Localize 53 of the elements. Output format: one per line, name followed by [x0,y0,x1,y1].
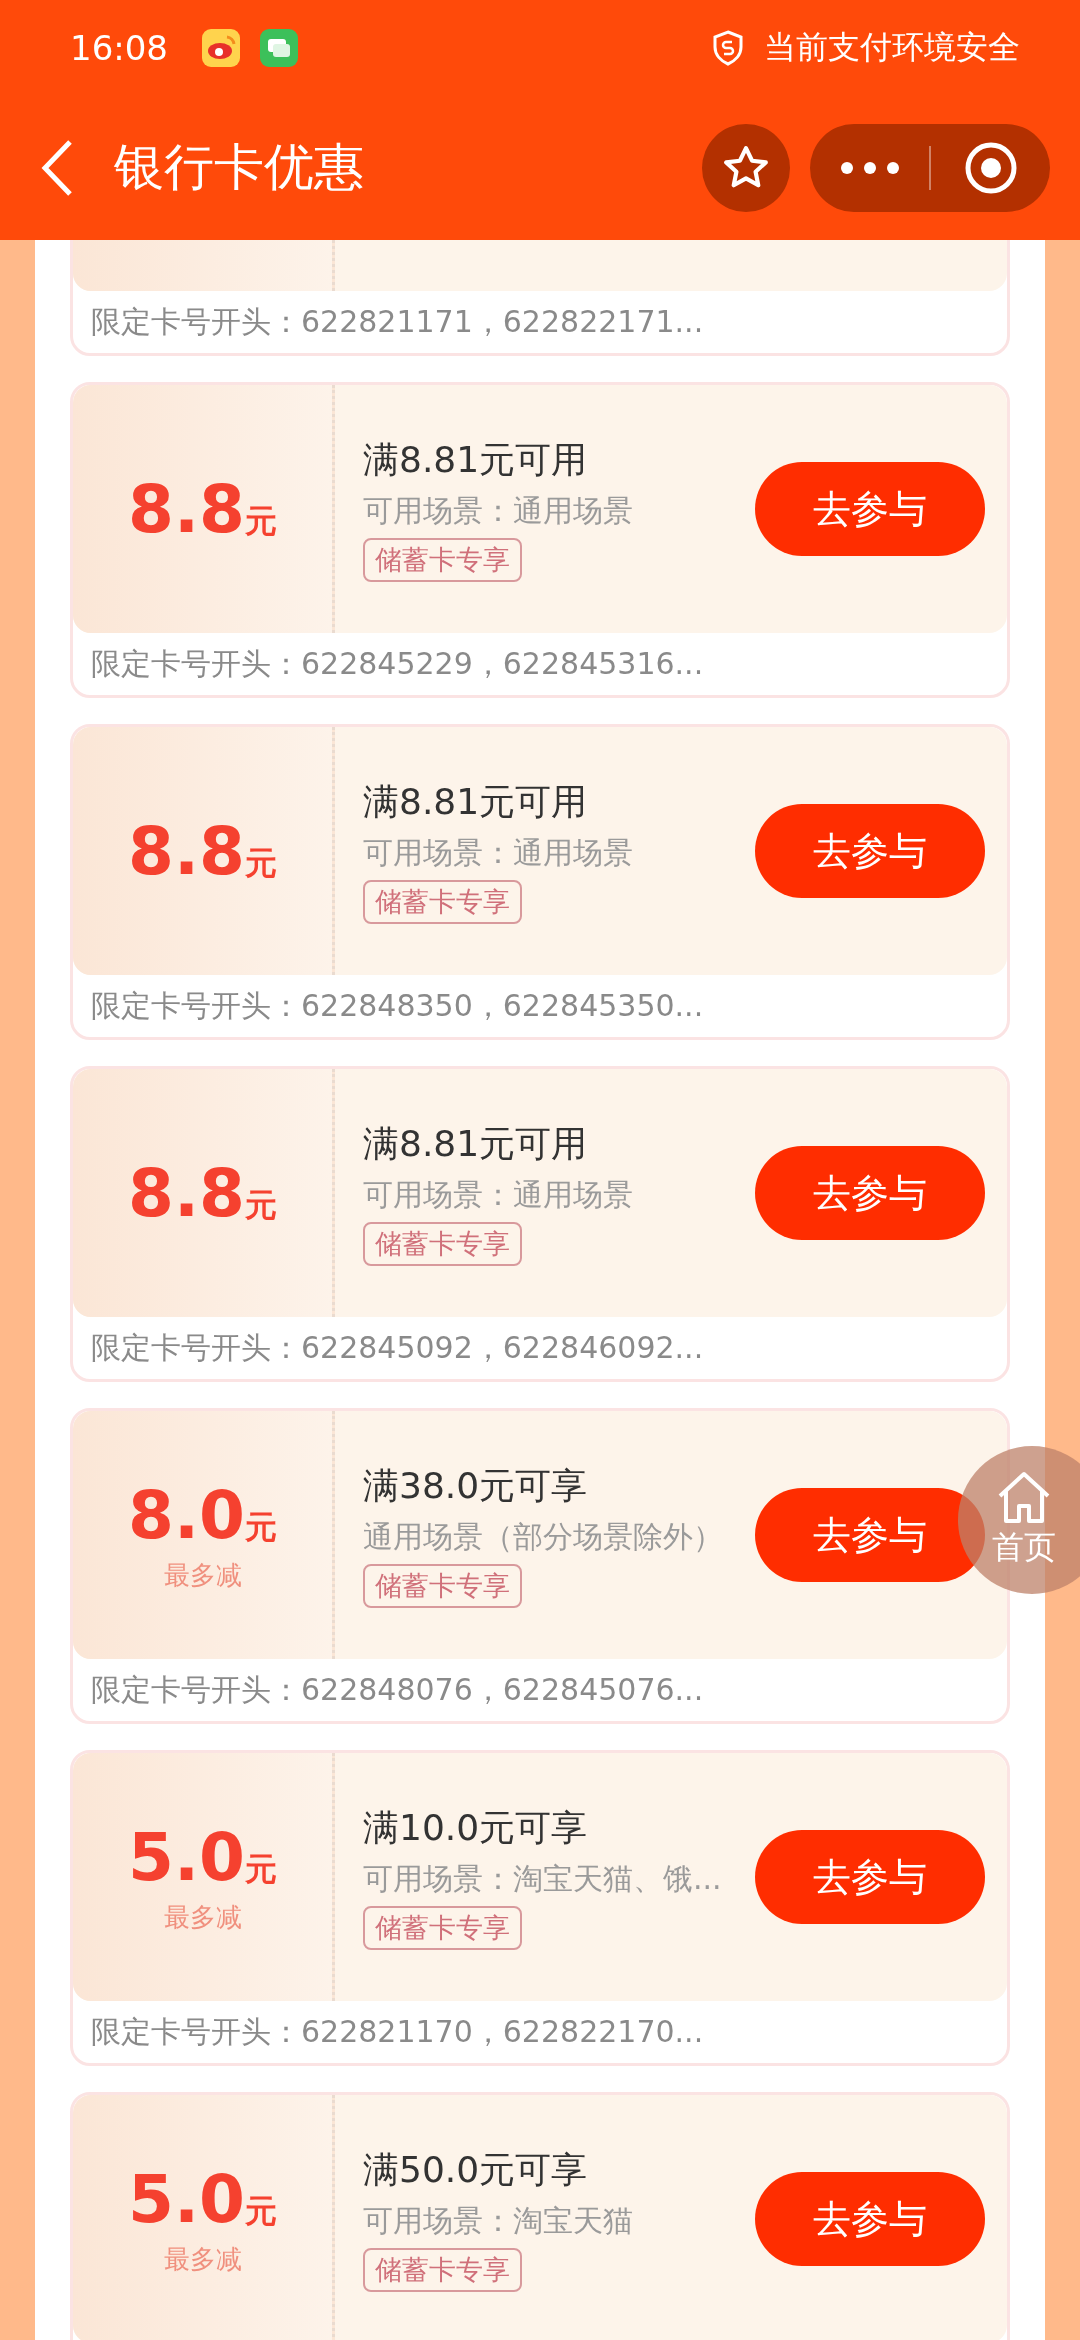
coupon-condition: 满8.81元可用 [363,780,588,824]
discount-amount: 8.8 [128,812,245,890]
currency-unit: 元 [244,843,277,884]
usage-scene: 可用场景：淘宝天猫、饿... [363,1860,722,1898]
discount-amount: 5.0 [128,1819,245,1896]
card-prefix-note: 限定卡号开头：622821171，622822171... [91,302,704,341]
currency-unit: 元 [244,1185,277,1226]
usage-scene: 可用场景：淘宝天猫 [363,2202,633,2240]
card-type-tag: 储蓄卡专享 [363,880,522,924]
join-button[interactable]: 去参与 [755,1146,985,1240]
card-type-tag: 储蓄卡专享 [363,1906,522,1950]
join-button[interactable]: 去参与 [755,2172,985,2266]
usage-scene: 可用场景：通用场景 [363,492,633,530]
card-type-tag: 储蓄卡专享 [363,538,522,582]
card-prefix-note: 限定卡号开头：622821170，622822170... [91,2012,704,2051]
card-prefix-note: 限定卡号开头：622848350，622845350... [91,986,704,1025]
card-type-tag: 储蓄卡专享 [363,1222,522,1266]
status-time: 16:08 [70,27,168,68]
card-prefix-note: 限定卡号开头：622845229，622845316... [91,644,704,683]
card-prefix-note: 限定卡号开头：622848076，622845076... [91,1670,704,1709]
app-notification-icon [202,28,240,67]
card-type-tag: 储蓄卡专享 [363,2248,522,2292]
coupon-condition: 满38.0元可享 [363,1464,588,1508]
coupon-condition: 满8.81元可用 [363,1122,588,1166]
card-prefix-note: 限定卡号开头：622845092，622846092... [91,1328,704,1367]
back-icon[interactable] [40,138,74,197]
discount-amount: 5.0 [128,2161,245,2238]
card-type-tag: 储蓄卡专享 [363,1564,522,1608]
coupon-condition: 满10.0元可享 [363,1806,588,1850]
currency-unit: 元 [244,1508,277,1548]
max-discount-label: 最多减 [163,1901,242,1934]
shield-icon [712,29,744,66]
max-discount-label: 最多减 [163,2243,242,2276]
discount-amount: 8.8 [128,470,245,548]
usage-scene: 可用场景：通用场景 [363,1176,633,1214]
discount-amount: 8.8 [128,1154,245,1232]
currency-unit: 元 [244,2192,277,2232]
discount-amount: 8.0 [128,1477,245,1554]
max-discount-label: 最多减 [163,1559,242,1592]
currency-unit: 元 [244,1850,277,1890]
target-icon [963,140,1018,195]
message-app-icon [260,28,298,67]
more-icon [839,160,900,175]
join-button[interactable]: 去参与 [755,1830,985,1924]
join-button[interactable]: 去参与 [755,462,985,556]
usage-scene: 通用场景（部分场景除外） [363,1518,723,1556]
coupon-condition: 满8.81元可用 [363,438,588,482]
currency-unit: 元 [244,501,277,542]
coupon-condition: 满50.0元可享 [363,2148,588,2192]
usage-scene: 可用场景：通用场景 [363,834,633,872]
join-button[interactable]: 去参与 [755,804,985,898]
page-title: 银行卡优惠 [114,137,365,198]
security-status: 当前支付环境安全 [764,26,1020,68]
